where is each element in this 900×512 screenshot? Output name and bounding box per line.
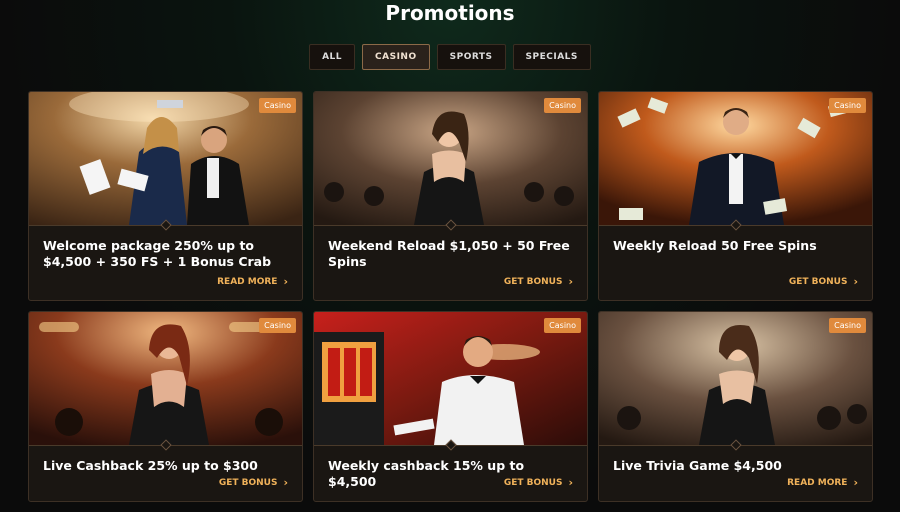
- chevron-right-icon: ›: [568, 476, 573, 489]
- tab-casino[interactable]: CASINO: [362, 44, 430, 70]
- category-badge: Casino: [259, 318, 296, 333]
- read-more-button[interactable]: READ MORE ›: [787, 476, 858, 489]
- action-label: READ MORE: [217, 276, 278, 287]
- chevron-right-icon: ›: [853, 275, 858, 288]
- chevron-right-icon: ›: [283, 275, 288, 288]
- get-bonus-button[interactable]: GET BONUS ›: [504, 275, 573, 288]
- promo-card[interactable]: Casino Weekly cashback 15% up to $4,500 …: [313, 311, 588, 502]
- promo-title: Live Trivia Game $4,500: [613, 458, 782, 473]
- promotions-grid: Casino Welcome package 250% up to $4,500…: [28, 91, 873, 502]
- promo-image: Casino: [29, 92, 302, 225]
- category-badge: Casino: [544, 318, 581, 333]
- tab-specials[interactable]: SPECIALS: [512, 44, 591, 70]
- promo-title: Weekly Reload 50 Free Spins: [613, 238, 817, 253]
- promo-image: Casino: [314, 92, 587, 225]
- promo-image: Casino: [599, 312, 872, 445]
- action-label: READ MORE: [787, 477, 848, 488]
- promo-card[interactable]: Casino Welcome package 250% up to $4,500…: [28, 91, 303, 301]
- promo-card[interactable]: Casino Live Cashback 25% up to $300 GET …: [28, 311, 303, 502]
- promo-title: Live Cashback 25% up to $300: [43, 458, 258, 473]
- tab-all[interactable]: ALL: [309, 44, 356, 70]
- chevron-right-icon: ›: [853, 476, 858, 489]
- category-badge: Casino: [829, 98, 866, 113]
- action-label: GET BONUS: [218, 477, 278, 488]
- promo-card[interactable]: Casino Live Trivia Game $4,500 READ MORE…: [598, 311, 873, 502]
- get-bonus-button[interactable]: GET BONUS ›: [789, 275, 858, 288]
- chevron-right-icon: ›: [568, 275, 573, 288]
- promo-card[interactable]: Casino Weekend Reload $1,050 + 50 Free S…: [313, 91, 588, 301]
- read-more-button[interactable]: READ MORE ›: [217, 275, 288, 288]
- chevron-right-icon: ›: [283, 476, 288, 489]
- category-badge: Casino: [544, 98, 581, 113]
- promo-image: Casino: [314, 312, 587, 445]
- promo-title: Weekend Reload $1,050 + 50 Free Spins: [328, 238, 570, 269]
- promo-card[interactable]: Casino Weekly Reload 50 Free Spins GET B…: [598, 91, 873, 301]
- category-badge: Casino: [259, 98, 296, 113]
- category-badge: Casino: [829, 318, 866, 333]
- promotion-tabs: ALL CASINO SPORTS SPECIALS: [0, 44, 900, 70]
- action-label: GET BONUS: [503, 477, 563, 488]
- promo-title: Welcome package 250% up to $4,500 + 350 …: [43, 238, 272, 269]
- get-bonus-button[interactable]: GET BONUS ›: [504, 476, 573, 489]
- action-label: GET BONUS: [788, 276, 848, 287]
- get-bonus-button[interactable]: GET BONUS ›: [219, 476, 288, 489]
- promo-image: Casino: [29, 312, 302, 445]
- action-label: GET BONUS: [503, 276, 563, 287]
- tab-sports[interactable]: SPORTS: [436, 44, 506, 70]
- promo-image: Casino: [599, 92, 872, 225]
- page-title: Promotions: [385, 1, 515, 25]
